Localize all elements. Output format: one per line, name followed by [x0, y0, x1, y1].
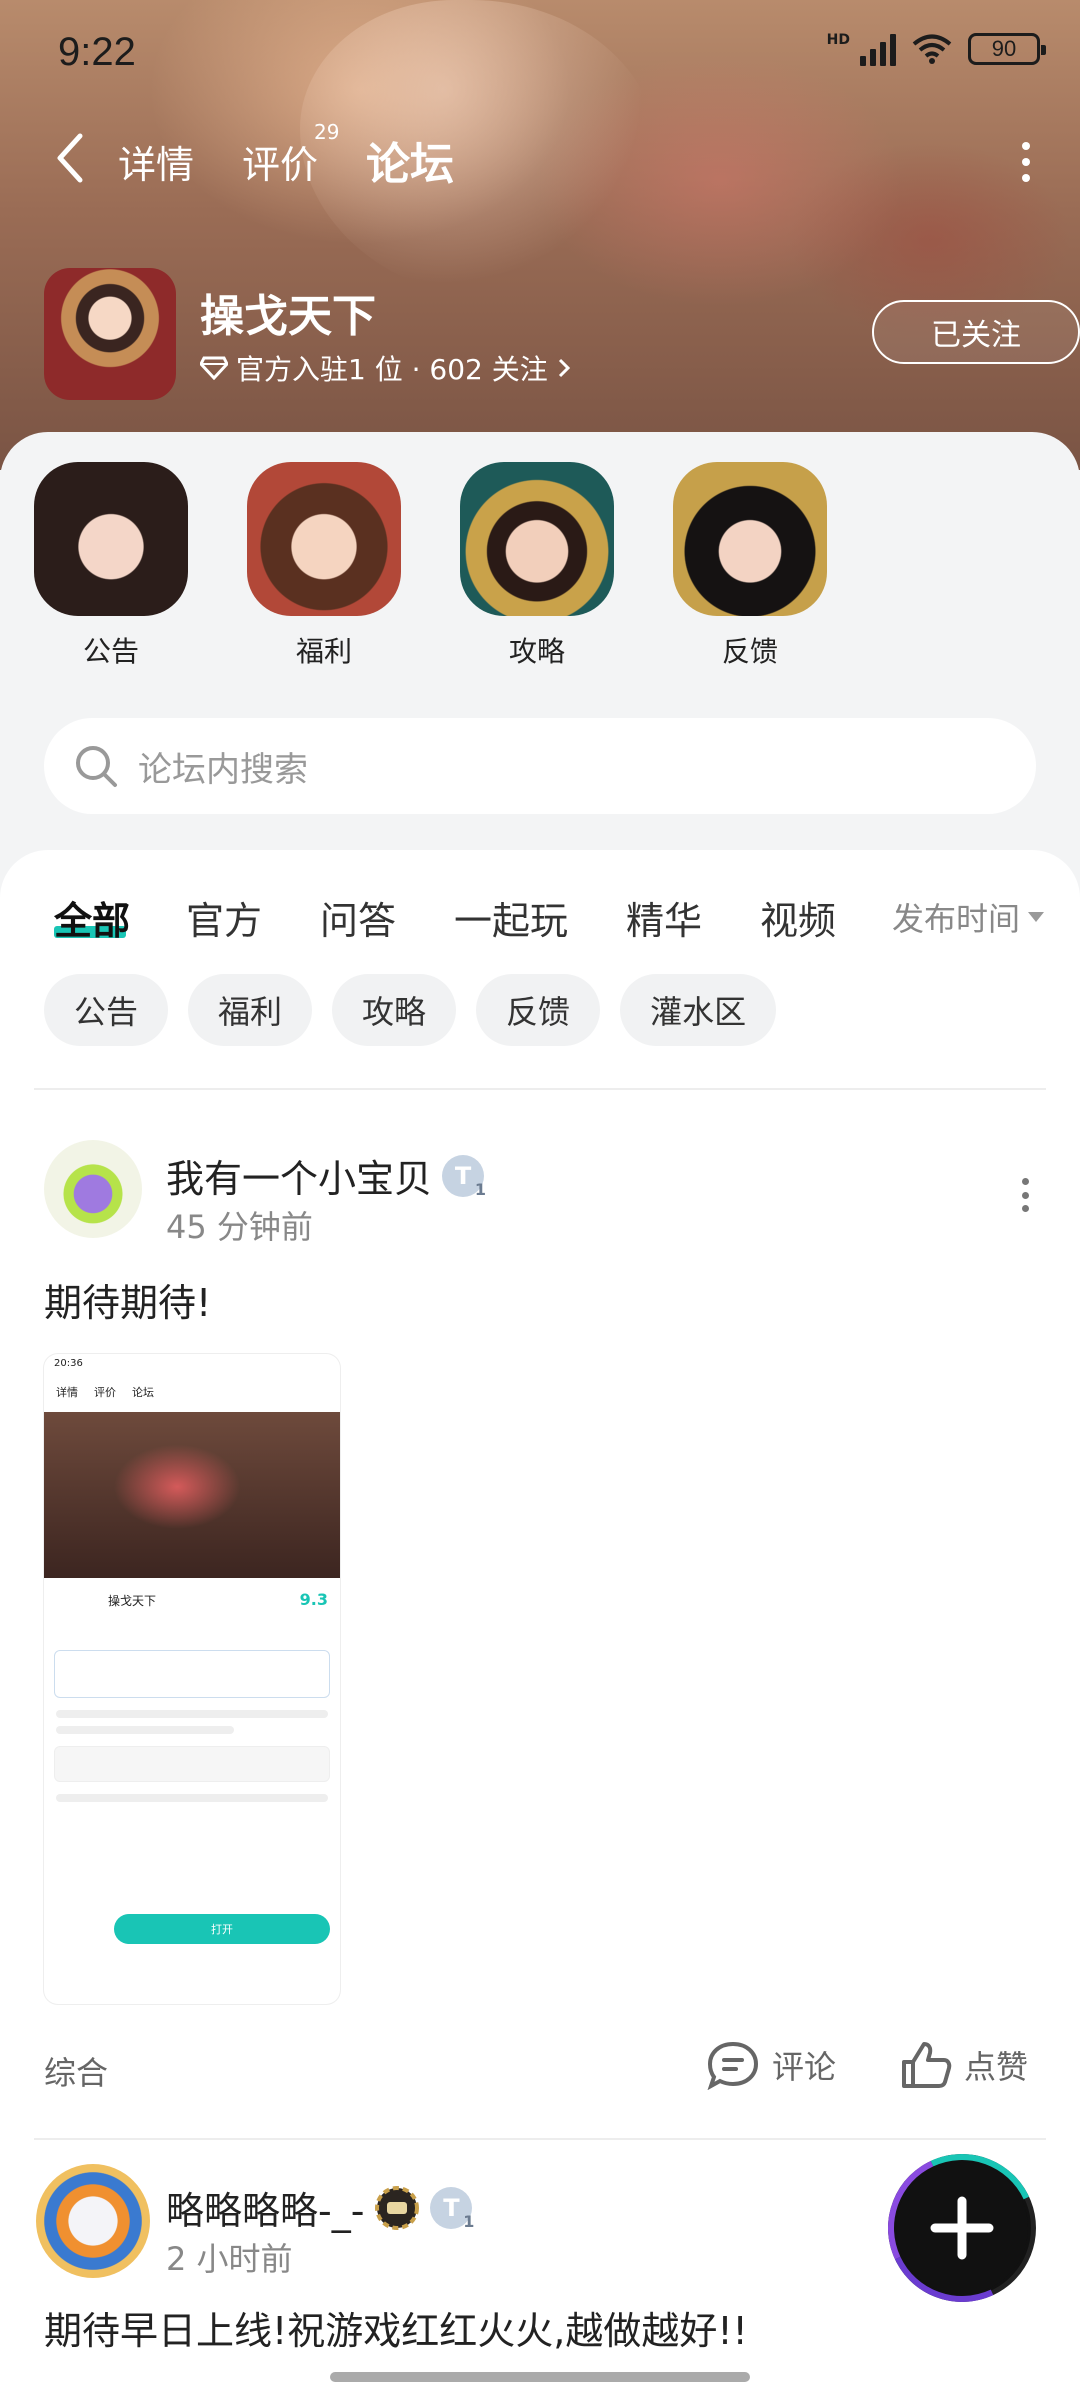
category-avatar — [247, 462, 401, 616]
like-button[interactable]: 点赞 — [900, 2040, 1028, 2090]
feed-tab-official[interactable]: 官方 — [186, 890, 262, 945]
post-author[interactable]: 略略略略-_- T1 — [166, 2180, 474, 2235]
caret-down-icon — [1028, 912, 1044, 922]
tab-reviews[interactable]: 评价 — [242, 134, 318, 189]
post-time: 45 分钟前 — [166, 1208, 313, 1246]
post-more-icon[interactable] — [1022, 1178, 1030, 1212]
chip-chat-zone[interactable]: 灌水区 — [620, 974, 777, 1046]
thumb-tab: 评价 — [94, 1386, 116, 1399]
post-text: 期待早日上线!祝游戏红红火火,越做越好!! — [44, 2309, 748, 2353]
back-arrow-icon[interactable] — [50, 130, 90, 186]
feed-tab-play-together[interactable]: 一起玩 — [454, 890, 568, 945]
more-options-icon[interactable] — [1022, 142, 1030, 182]
feed-tab-all[interactable]: 全部 — [54, 890, 130, 945]
review-count-badge: 29 — [314, 120, 340, 144]
tab-forum[interactable]: 论坛 — [366, 128, 454, 192]
post-time: 2 小时前 — [166, 2240, 293, 2278]
chip-welfare[interactable]: 福利 — [188, 974, 313, 1046]
comment-label: 评论 — [772, 2048, 837, 2086]
search-placeholder: 论坛内搜索 — [138, 749, 308, 790]
game-stats[interactable]: 官方入驻1 位 · 602 关注 — [200, 348, 572, 388]
thumb-line — [56, 1794, 328, 1802]
thumb-open-button: 打开 — [114, 1914, 330, 1944]
thumb-tab: 详情 — [56, 1386, 78, 1399]
chevron-right-icon — [558, 358, 570, 378]
user-level-badge-icon: T1 — [430, 2186, 474, 2231]
feed-tabs: 全部 官方 问答 一起玩 精华 视频 发布时间 — [0, 890, 1080, 950]
chip-announcement[interactable]: 公告 — [44, 974, 169, 1046]
category-guide[interactable]: 攻略 — [460, 462, 614, 670]
divider — [34, 1088, 1046, 1090]
thumb-tab: 论坛 — [132, 1386, 154, 1399]
thumb-line — [56, 1726, 234, 1734]
thumb-status-time: 20:36 — [54, 1358, 83, 1369]
follow-button[interactable]: 已关注 — [872, 300, 1080, 364]
post-text: 期待期待! — [44, 1281, 212, 1325]
post-author[interactable]: 我有一个小宝贝 T1 — [166, 1148, 486, 1203]
avatar[interactable] — [36, 2164, 150, 2278]
filter-chips: 公告 福利 攻略 反馈 灌水区 — [44, 974, 777, 1046]
sort-label: 发布时间 — [891, 900, 1020, 938]
hd-label: HD — [826, 32, 850, 48]
game-badge-icon — [375, 2185, 420, 2230]
sort-dropdown[interactable]: 发布时间 — [892, 894, 1044, 940]
diamond-icon — [200, 356, 228, 380]
category-row: 公告 福利 攻略 反馈 — [0, 462, 1080, 668]
top-nav: 详情 评价 29 论坛 — [0, 120, 1080, 200]
game-subtitle: 官方入驻1 位 · 602 关注 — [236, 353, 548, 386]
forum-search-bar[interactable]: 论坛内搜索 — [44, 718, 1036, 814]
post-footer: 综合 评论 点赞 — [44, 2040, 1036, 2100]
thumb-nav: 详情 评价 论坛 — [44, 1372, 340, 1412]
comment-icon — [707, 2041, 759, 2090]
feed-tab-video[interactable]: 视频 — [760, 890, 836, 945]
category-label: 公告 — [82, 635, 139, 668]
status-time: 9:22 — [58, 30, 136, 74]
category-avatar — [673, 462, 827, 616]
game-title: 操戈天下 — [200, 291, 376, 342]
avatar[interactable] — [44, 1140, 142, 1238]
chip-feedback[interactable]: 反馈 — [476, 974, 601, 1046]
category-avatar — [34, 462, 188, 616]
thumb-banner — [44, 1412, 340, 1578]
category-welfare[interactable]: 福利 — [247, 462, 401, 670]
thumb-score: 9.3 — [299, 1590, 328, 1609]
thumb-game-name: 操戈天下 — [108, 1594, 157, 1608]
signal-icon — [860, 32, 896, 66]
feed-tab-featured[interactable]: 精华 — [626, 890, 702, 945]
wifi-icon — [912, 34, 952, 64]
category-feedback[interactable]: 反馈 — [673, 462, 827, 670]
category-label: 反馈 — [721, 635, 778, 668]
post-category[interactable]: 综合 — [44, 2048, 108, 2094]
thumb-line — [56, 1710, 328, 1718]
thumb-test-card — [54, 1650, 330, 1698]
thumbs-up-icon — [902, 2042, 952, 2088]
tab-details[interactable]: 详情 — [118, 134, 194, 189]
divider — [34, 2138, 1046, 2140]
chip-guide[interactable]: 攻略 — [332, 974, 457, 1046]
battery-icon: 90 — [968, 33, 1046, 65]
plus-icon — [930, 2196, 994, 2260]
game-header: 操戈天下 官方入驻1 位 · 602 关注 已关注 — [44, 268, 1080, 400]
like-label: 点赞 — [964, 2048, 1029, 2086]
comment-button[interactable]: 评论 — [706, 2040, 836, 2090]
category-avatar — [460, 462, 614, 616]
search-icon — [76, 746, 117, 787]
forum-panel: 公告 福利 攻略 反馈 论坛内搜索 全部 官方 问答 一起玩 精华 视频 发布时… — [0, 432, 1080, 2400]
username: 略略略略-_- — [166, 2189, 365, 2233]
create-post-button[interactable] — [867, 2133, 1057, 2323]
feed-tab-qa[interactable]: 问答 — [320, 890, 396, 945]
user-level-badge-icon: T1 — [442, 1154, 486, 1199]
status-bar: 9:22 HD 90 — [0, 0, 1080, 110]
post-card[interactable]: 我有一个小宝贝 T1 45 分钟前 期待期待! 20:36 详情 评价 论坛 操… — [0, 1140, 1080, 2100]
category-label: 福利 — [295, 635, 352, 668]
thumb-activity-card — [54, 1746, 330, 1782]
post-image[interactable]: 20:36 详情 评价 论坛 操戈天下 9.3 打开 — [44, 1354, 340, 2004]
game-icon[interactable] — [44, 268, 176, 400]
username: 我有一个小宝贝 — [166, 1157, 433, 1201]
home-indicator[interactable] — [330, 2372, 750, 2382]
category-label: 攻略 — [508, 635, 565, 668]
category-announcement[interactable]: 公告 — [34, 462, 188, 670]
